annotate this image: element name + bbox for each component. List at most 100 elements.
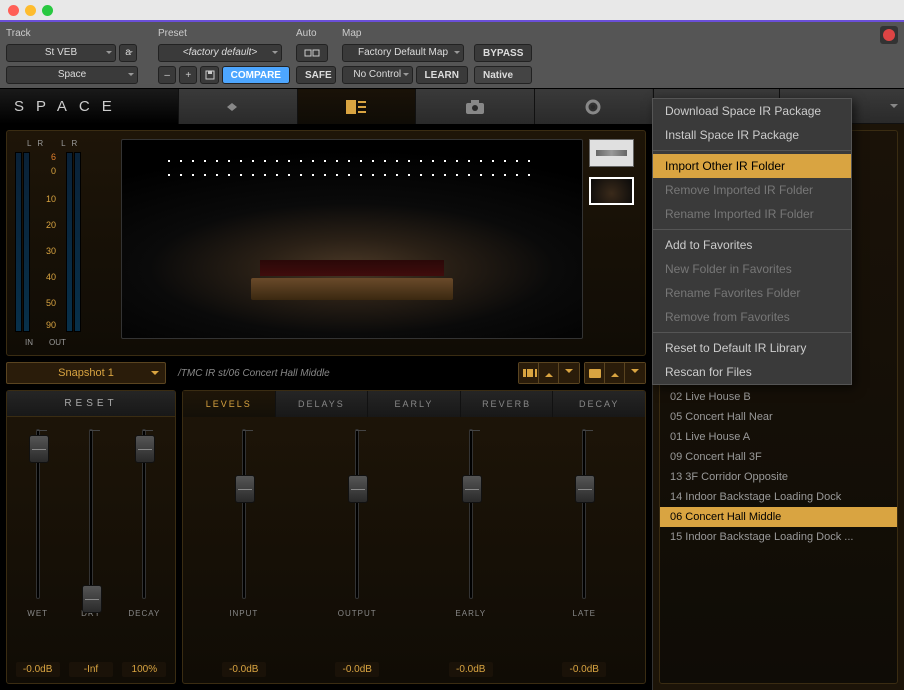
down-icon <box>631 369 639 377</box>
ir-next-button[interactable] <box>559 363 579 383</box>
ir-prev-button[interactable] <box>539 363 559 383</box>
meter-in-label: IN <box>25 338 33 347</box>
folder-icon <box>589 369 601 378</box>
mix-panel: RESET WETDRYDECAY -0.0dB-Inf100% <box>6 390 176 684</box>
browser-item[interactable]: 14 Indoor Backstage Loading Dock <box>660 487 897 507</box>
params-panel: LEVELSDELAYSEARLYREVERBDECAY INPUTOUTPUT… <box>182 390 646 684</box>
param-tab-decay[interactable]: DECAY <box>552 391 645 417</box>
meter-scale: 6 0 10 20 30 40 50 90 <box>36 152 60 332</box>
lower-panel: RESET WETDRYDECAY -0.0dB-Inf100% LEVELSD… <box>6 390 646 684</box>
preset-select[interactable]: <factory default> <box>158 44 282 62</box>
menu-item[interactable]: Import Other IR Folder <box>653 154 851 178</box>
slider-label: DECAY <box>128 609 160 618</box>
preset-prev-button[interactable]: – <box>158 66 176 84</box>
meter-in <box>15 152 30 332</box>
slider-knob[interactable] <box>575 475 595 503</box>
menu-item[interactable]: Add to Favorites <box>653 233 851 257</box>
map-select[interactable]: Factory Default Map <box>342 44 464 62</box>
auto-link-button[interactable] <box>296 44 328 62</box>
param-tab-levels[interactable]: LEVELS <box>183 391 275 417</box>
param-tab-early[interactable]: EARLY <box>367 391 460 417</box>
menu-item[interactable]: Reset to Default IR Library <box>653 336 851 360</box>
browser-item[interactable]: 05 Concert Hall Near <box>660 407 897 427</box>
menu-separator <box>653 229 851 230</box>
window-titlebar <box>0 0 904 20</box>
ir-wave-button[interactable] <box>519 363 539 383</box>
slider-knob[interactable] <box>29 435 49 463</box>
folder-prev-button[interactable] <box>605 363 625 383</box>
picture-list-icon <box>346 100 366 114</box>
target-button[interactable] <box>880 26 898 44</box>
close-window-button[interactable] <box>8 5 19 16</box>
mix-slider-dry[interactable]: DRY <box>66 429 116 658</box>
browser-item[interactable]: 02 Live House B <box>660 387 897 407</box>
level-slider-late[interactable]: LATE <box>559 429 609 658</box>
menu-item[interactable]: Rescan for Files <box>653 360 851 384</box>
mix-slider-wet[interactable]: WET <box>13 429 63 658</box>
map-label: Map <box>342 26 468 40</box>
preset-next-button[interactable]: + <box>179 66 197 84</box>
menu-item: Rename Favorites Folder <box>653 281 851 305</box>
bypass-button[interactable]: BYPASS <box>474 44 532 62</box>
folder-button[interactable] <box>585 363 605 383</box>
zoom-window-button[interactable] <box>42 5 53 16</box>
slider-knob[interactable] <box>82 585 102 613</box>
thumbnail-1[interactable] <box>589 139 634 167</box>
slider-knob[interactable] <box>462 475 482 503</box>
insert-slot-select[interactable]: a <box>119 44 137 62</box>
gear-icon <box>585 99 601 115</box>
slider-knob[interactable] <box>348 475 368 503</box>
save-icon <box>205 70 215 80</box>
mix-slider-decay[interactable]: DECAY <box>119 429 169 658</box>
folder-next-button[interactable] <box>625 363 645 383</box>
native-indicator: Native <box>474 66 532 84</box>
tab-waveform[interactable] <box>178 89 297 124</box>
ir-path: /TMC IR st/06 Concert Hall Middle <box>170 368 514 379</box>
control-select[interactable]: No Control <box>342 66 413 84</box>
up-icon <box>545 369 553 377</box>
reset-button[interactable]: RESET <box>7 391 175 417</box>
snapshot-select[interactable]: Snapshot 1 <box>6 362 166 384</box>
brand-label: SPACE <box>0 89 178 124</box>
menu-item: Rename Imported IR Folder <box>653 202 851 226</box>
learn-button[interactable]: LEARN <box>416 66 468 84</box>
menu-item[interactable]: Download Space IR Package <box>653 99 851 123</box>
waveform-icon <box>227 101 249 113</box>
slider-label: INPUT <box>229 609 258 618</box>
tab-settings[interactable] <box>534 89 653 124</box>
browser-item[interactable]: 01 Live House A <box>660 427 897 447</box>
auto-label: Auto <box>296 26 336 40</box>
link-icon <box>304 48 320 58</box>
meter-section: L R L R 6 0 10 20 30 40 50 90 <box>15 139 115 347</box>
level-slider-early[interactable]: EARLY <box>446 429 496 658</box>
tab-snapshot[interactable] <box>415 89 534 124</box>
camera-icon <box>466 100 484 114</box>
wave-icon <box>521 369 537 377</box>
left-pane: SPACE L R L R <box>0 89 652 690</box>
meter-out <box>66 152 81 332</box>
level-slider-output[interactable]: OUTPUT <box>332 429 382 658</box>
plugin-select[interactable]: Space <box>6 66 138 84</box>
browser-item[interactable]: 15 Indoor Backstage Loading Dock ... <box>660 527 897 547</box>
menu-item: Remove from Favorites <box>653 305 851 329</box>
slider-label: WET <box>27 609 48 618</box>
safe-button[interactable]: SAFE <box>296 66 336 84</box>
browser-item[interactable]: 06 Concert Hall Middle <box>660 507 897 527</box>
minimize-window-button[interactable] <box>25 5 36 16</box>
edit-context-menu[interactable]: Download Space IR PackageInstall Space I… <box>652 98 852 385</box>
compare-button[interactable]: COMPARE <box>222 66 290 84</box>
tab-picture[interactable] <box>297 89 416 124</box>
track-select[interactable]: St VEB <box>6 44 116 62</box>
browser-item[interactable]: 13 3F Corridor Opposite <box>660 467 897 487</box>
menu-item[interactable]: Install Space IR Package <box>653 123 851 147</box>
level-slider-input[interactable]: INPUT <box>219 429 269 658</box>
param-tab-reverb[interactable]: REVERB <box>460 391 553 417</box>
thumbnail-2[interactable] <box>589 177 634 205</box>
upper-panel: L R L R 6 0 10 20 30 40 50 90 <box>6 130 646 356</box>
browser-item[interactable]: 09 Concert Hall 3F <box>660 447 897 467</box>
param-tab-delays[interactable]: DELAYS <box>275 391 368 417</box>
menu-separator <box>653 150 851 151</box>
preset-save-button[interactable] <box>200 66 218 84</box>
slider-knob[interactable] <box>235 475 255 503</box>
slider-knob[interactable] <box>135 435 155 463</box>
